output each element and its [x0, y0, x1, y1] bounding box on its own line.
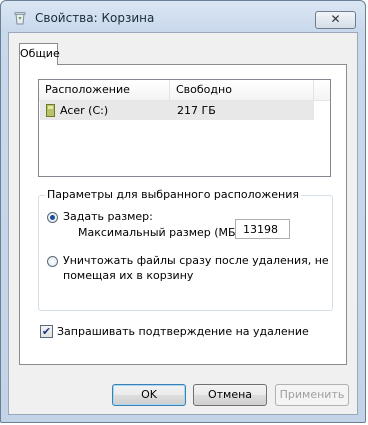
- window-title: Свойства: Корзина: [35, 11, 155, 25]
- custom-size-label[interactable]: Задать размер:: [63, 210, 153, 223]
- delete-immediately-radio[interactable]: [47, 256, 58, 267]
- cancel-button[interactable]: Отмена: [193, 384, 267, 406]
- drive-icon: [46, 104, 55, 117]
- column-header-free[interactable]: Свободно: [170, 80, 314, 100]
- ok-button[interactable]: OK: [112, 384, 186, 406]
- column-header-location[interactable]: Расположение корзины: [39, 80, 170, 116]
- settings-group-title: Параметры для выбранного расположения: [45, 188, 302, 201]
- custom-size-radio[interactable]: [47, 212, 58, 223]
- locations-list[interactable]: Расположение корзины Свободно Acer (C:) …: [38, 79, 331, 177]
- dialog-client-area: Общие Расположение корзины Свободно Acer…: [8, 32, 358, 415]
- close-button[interactable]: ✕: [315, 11, 356, 29]
- recycle-bin-icon: [14, 12, 26, 25]
- settings-group: Параметры для выбранного расположения За…: [38, 188, 333, 311]
- delete-immediately-label-line2[interactable]: помещая их в корзину: [63, 269, 193, 282]
- max-size-input[interactable]: [235, 219, 290, 239]
- general-tab-panel: Расположение корзины Свободно Acer (C:) …: [19, 64, 347, 365]
- list-row-acer-c[interactable]: Acer (C:) 217 ГБ: [40, 101, 314, 120]
- confirm-delete-checkbox[interactable]: ✔: [40, 325, 53, 338]
- row-location-text: Acer (C:): [60, 104, 109, 117]
- max-size-label: Максимальный размер (МБ):: [78, 226, 244, 239]
- row-free-text: 217 ГБ: [177, 104, 216, 117]
- delete-immediately-label-line1[interactable]: Уничтожать файлы сразу после удаления, н…: [63, 254, 329, 267]
- list-header: Расположение корзины Свободно: [39, 80, 330, 116]
- confirm-delete-label[interactable]: Запрашивать подтверждение на удаление: [57, 325, 309, 338]
- tab-general[interactable]: Общие: [19, 43, 60, 65]
- apply-button[interactable]: Применить: [275, 384, 349, 406]
- checkmark-icon: ✔: [41, 325, 52, 338]
- title-bar[interactable]: Свойства: Корзина ✕: [1, 1, 365, 33]
- close-icon: ✕: [330, 12, 341, 26]
- properties-window: Свойства: Корзина ✕ Общие Расположение к…: [0, 0, 366, 423]
